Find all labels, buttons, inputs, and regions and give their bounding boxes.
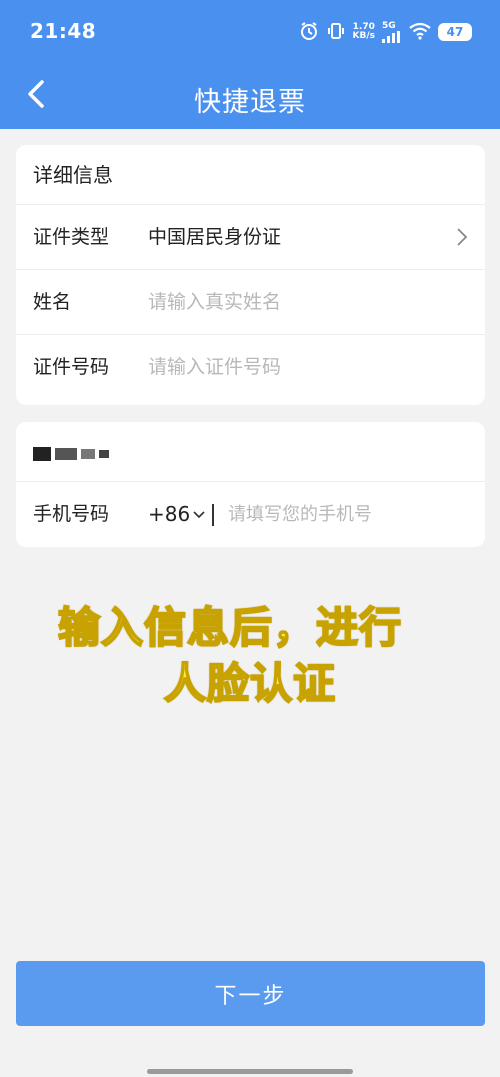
- details-card: 详细信息 证件类型 中国居民身份证 姓名 请输入真实姓名 证件号码 请输入证件号…: [16, 145, 485, 405]
- redacted-row: [16, 422, 485, 482]
- status-time: 21:48: [30, 19, 97, 43]
- id-type-row[interactable]: 证件类型 中国居民身份证: [16, 205, 485, 270]
- network-type: 5G: [382, 20, 396, 31]
- chevron-down-icon: [193, 510, 205, 518]
- status-bar: 21:48 1.70 KB/s 5G 47: [0, 0, 500, 62]
- phone-card: 手机号码 +86 请填写您的手机号: [16, 422, 485, 547]
- section-title: 详细信息: [33, 163, 113, 187]
- network-speed: 1.70 KB/s: [353, 23, 375, 41]
- network-speed-unit: KB/s: [352, 31, 375, 41]
- caption-line-1: 输入信息后，进行: [57, 602, 402, 653]
- status-icons: 1.70 KB/s 5G 47: [299, 20, 472, 44]
- id-type-value: 中国居民身份证: [148, 226, 282, 248]
- wifi-icon: [409, 22, 431, 43]
- id-number-label: 证件号码: [33, 356, 110, 378]
- phone-label: 手机号码: [33, 503, 110, 525]
- signal-icon: 5G: [382, 20, 402, 43]
- nav-bar: 快捷退票: [0, 62, 500, 129]
- name-row[interactable]: 姓名 请输入真实姓名: [16, 270, 485, 335]
- next-button[interactable]: 下一步: [16, 961, 485, 1026]
- details-section-header: 详细信息: [16, 145, 485, 205]
- id-number-row[interactable]: 证件号码 请输入证件号码: [16, 335, 485, 400]
- country-code-select[interactable]: +86: [148, 482, 206, 547]
- chevron-right-icon: [457, 228, 468, 246]
- home-indicator: [147, 1069, 353, 1074]
- country-code-value: +86: [148, 502, 191, 526]
- phone-row[interactable]: 手机号码 +86 请填写您的手机号: [16, 482, 485, 547]
- overlay-caption: 输入信息后，进行 人脸认证: [0, 600, 500, 712]
- id-number-input[interactable]: 请输入证件号码: [148, 335, 281, 400]
- battery-icon: 47: [438, 23, 472, 41]
- id-type-label: 证件类型: [33, 226, 110, 248]
- redacted-text: [33, 442, 109, 466]
- caption-line-2: 人脸认证: [163, 658, 336, 709]
- app-header: 21:48 1.70 KB/s 5G 47 快捷退票: [0, 0, 500, 129]
- name-label: 姓名: [33, 291, 72, 313]
- name-input[interactable]: 请输入真实姓名: [148, 270, 281, 335]
- vibrate-icon: [326, 21, 346, 44]
- input-divider: [212, 504, 214, 526]
- phone-input[interactable]: 请填写您的手机号: [228, 482, 372, 547]
- page-title: 快捷退票: [194, 87, 306, 118]
- alarm-icon: [299, 21, 319, 44]
